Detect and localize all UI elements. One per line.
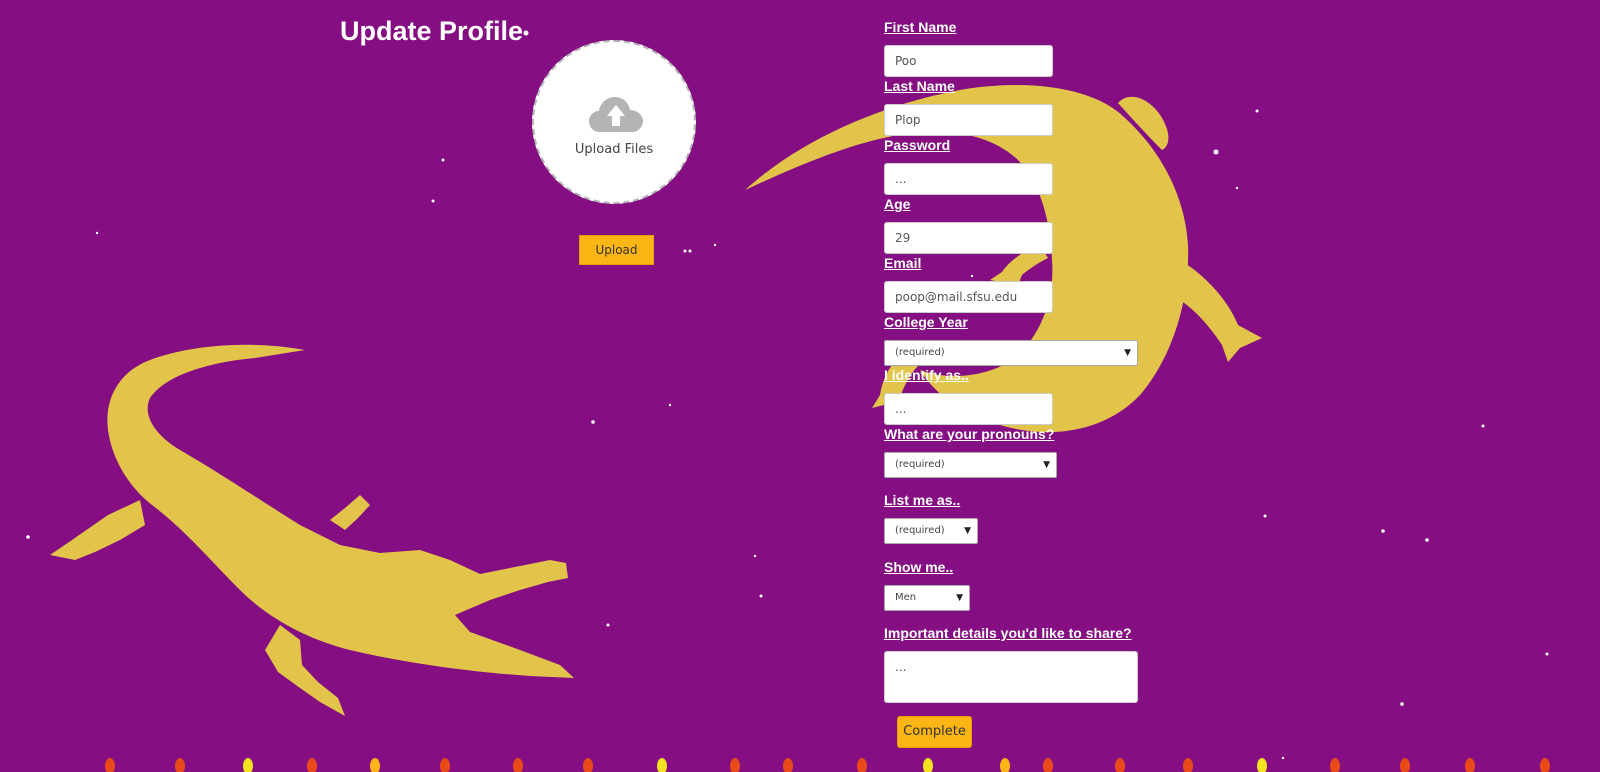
last-name-label: Last Name: [884, 78, 955, 94]
college-year-label: College Year: [884, 314, 968, 330]
list-me-selected: (required): [895, 525, 945, 536]
cloud-upload-icon: [589, 97, 643, 132]
email-input[interactable]: [884, 281, 1053, 313]
email-label: Email: [884, 255, 922, 271]
show-me-label: Show me..: [884, 559, 954, 575]
chevron-down-icon: ▼: [1043, 460, 1050, 470]
details-textarea[interactable]: ...: [884, 651, 1138, 703]
last-name-input[interactable]: [884, 104, 1053, 136]
upload-dropzone-label: Upload Files: [574, 142, 654, 157]
age-input[interactable]: [884, 222, 1053, 254]
first-name-input[interactable]: [884, 45, 1053, 77]
upload-dropzone[interactable]: Upload Files: [532, 40, 696, 204]
pronouns-select[interactable]: (required) ▼: [884, 452, 1057, 478]
college-year-select[interactable]: (required) ▼: [884, 340, 1138, 366]
string-lights: [105, 758, 1550, 772]
password-input[interactable]: [884, 163, 1053, 195]
list-me-select[interactable]: (required) ▼: [884, 518, 978, 544]
upload-button[interactable]: Upload: [579, 235, 654, 265]
show-me-select[interactable]: Men ▼: [884, 585, 970, 611]
chevron-down-icon: ▼: [1124, 348, 1131, 358]
alligator-right-silhouette: [745, 85, 1262, 433]
pronouns-selected: (required): [895, 459, 945, 470]
password-label: Password: [884, 137, 951, 153]
details-label: Important details you'd like to share?: [884, 625, 1132, 641]
complete-button[interactable]: Complete: [897, 716, 972, 748]
background-decoration: [26, 30, 1550, 772]
identify-label: I identify as..: [884, 367, 969, 383]
first-name-label: First Name: [884, 19, 957, 35]
chevron-down-icon: ▼: [964, 526, 971, 536]
show-me-selected: Men: [895, 592, 917, 603]
identify-input[interactable]: [884, 393, 1053, 425]
alligator-left-silhouette: [50, 344, 575, 716]
list-me-label: List me as..: [884, 492, 961, 508]
college-year-selected: (required): [895, 347, 945, 358]
page-title: Update Profile: [340, 16, 524, 46]
pronouns-label: What are your pronouns?: [884, 426, 1055, 442]
chevron-down-icon: ▼: [956, 593, 963, 603]
stars: [26, 30, 1549, 760]
age-label: Age: [884, 196, 911, 212]
